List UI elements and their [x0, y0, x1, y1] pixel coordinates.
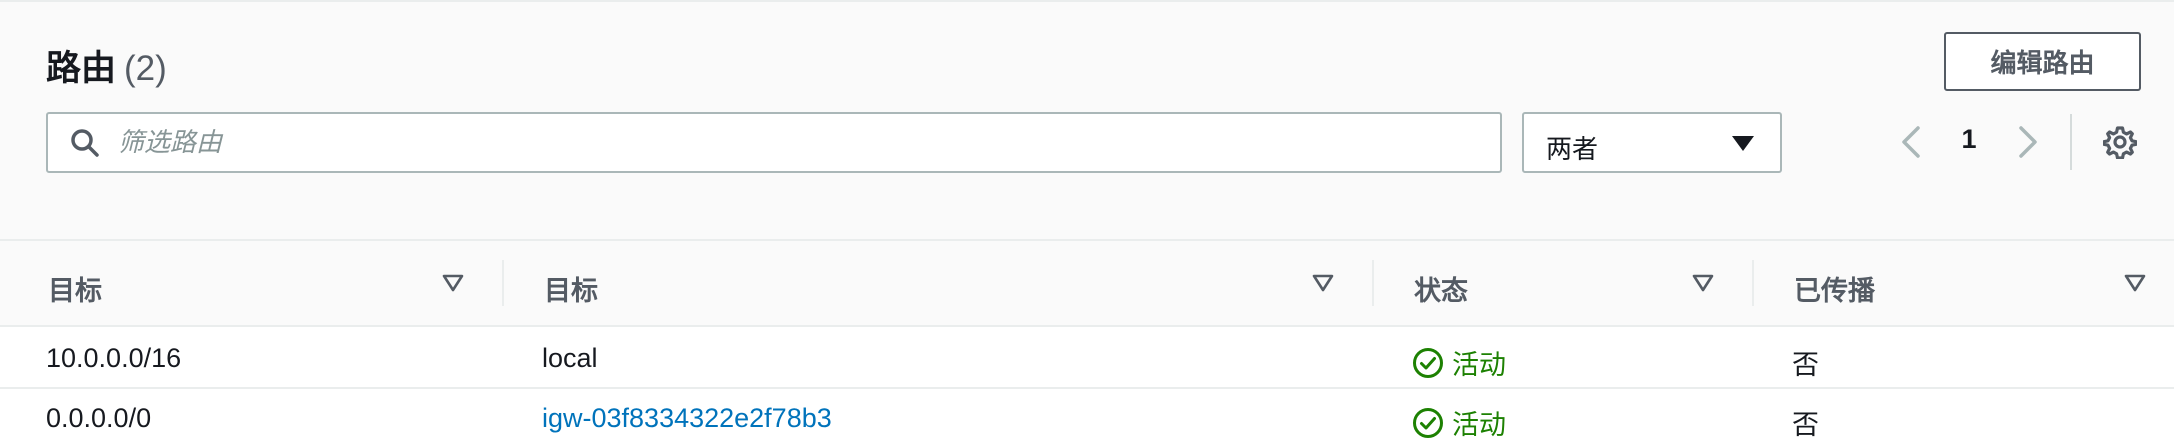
- caret-down-icon: [1732, 136, 1754, 151]
- propagated-cell: 否: [1792, 350, 1819, 380]
- column-label: 目标: [48, 276, 102, 306]
- edit-routes-button[interactable]: 编辑路由: [1944, 32, 2141, 91]
- column-divider: [1372, 260, 1374, 306]
- sort-down-icon[interactable]: [1692, 273, 1714, 293]
- table-row[interactable]: 0.0.0.0/0 igw-03f8334322e2f78b3 活动 否: [0, 389, 2174, 444]
- propagated-cell: 否: [1792, 410, 1819, 440]
- check-circle-icon: [1413, 407, 1443, 438]
- current-page[interactable]: 1: [1958, 124, 1980, 155]
- target-cell: igw-03f8334322e2f78b3: [542, 403, 832, 434]
- gear-icon[interactable]: [2103, 125, 2137, 159]
- search-input[interactable]: [118, 114, 1488, 171]
- status-label: 活动: [1452, 410, 1506, 440]
- column-divider: [502, 260, 504, 306]
- search-box[interactable]: [46, 112, 1502, 173]
- check-circle-icon: [1413, 347, 1443, 378]
- status-cell: 活动: [1412, 343, 1506, 382]
- table-row[interactable]: 10.0.0.0/16 local 活动 否: [0, 329, 2174, 389]
- sort-down-icon[interactable]: [1312, 273, 1334, 293]
- chevron-left-icon[interactable]: [1896, 122, 1926, 162]
- column-target[interactable]: 目标: [544, 241, 1336, 327]
- pagination-divider: [2070, 114, 2072, 170]
- routes-panel-header: 路由(2) 编辑路由 两者 1: [0, 0, 2174, 241]
- column-propagated[interactable]: 已传播: [1794, 241, 2154, 327]
- status-label: 活动: [1452, 350, 1506, 380]
- column-label: 已传播: [1794, 276, 1875, 306]
- internet-gateway-link[interactable]: igw-03f8334322e2f78b3: [542, 403, 832, 433]
- filter-select[interactable]: 两者: [1522, 112, 1782, 173]
- route-count: (2): [124, 49, 167, 88]
- column-status[interactable]: 状态: [1414, 241, 1728, 327]
- filter-select-value: 两者: [1546, 134, 1599, 164]
- chevron-right-icon[interactable]: [2013, 122, 2043, 162]
- destination-cell: 10.0.0.0/16: [46, 343, 182, 373]
- page-title: 路由 (2): [46, 40, 167, 91]
- sort-down-icon[interactable]: [442, 273, 464, 293]
- sort-down-icon[interactable]: [2124, 273, 2146, 293]
- column-destination[interactable]: 目标: [48, 241, 502, 327]
- destination-cell: 0.0.0.0/0: [46, 403, 152, 433]
- search-icon: [71, 129, 99, 157]
- status-cell: 活动: [1412, 403, 1506, 442]
- column-label: 目标: [544, 276, 598, 306]
- column-divider: [1752, 260, 1754, 306]
- title-text: 路由: [46, 49, 117, 88]
- column-label: 状态: [1414, 276, 1468, 306]
- table-header: 目标 目标 状态 已传播: [0, 241, 2174, 327]
- target-cell: local: [542, 343, 598, 373]
